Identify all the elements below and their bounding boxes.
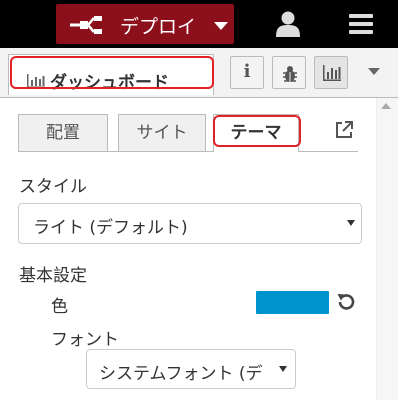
hamburger-menu-icon[interactable]: [349, 14, 373, 34]
user-icon[interactable]: [276, 11, 300, 37]
style-label: スタイル: [19, 177, 87, 197]
app-header: デプロイ: [0, 0, 398, 48]
debug-button[interactable]: [272, 56, 306, 89]
bug-icon: [283, 66, 297, 82]
bar-chart-icon: [323, 65, 341, 81]
tab-divider-gap: [214, 151, 298, 152]
style-select[interactable]: ライト (デフォルト): [18, 203, 362, 244]
deploy-label: デプロイ: [120, 16, 197, 38]
deploy-dropdown-caret-icon[interactable]: [214, 22, 228, 30]
font-label: フォント: [51, 330, 119, 350]
style-select-value: ライト (デフォルト): [33, 218, 188, 238]
sidebar-menu-dropdown-icon[interactable]: [368, 68, 380, 75]
info-button[interactable]: i: [230, 56, 264, 89]
scrollbar[interactable]: [376, 98, 398, 400]
deploy-button[interactable]: デプロイ: [56, 4, 234, 44]
dashboard-button[interactable]: [314, 56, 348, 89]
scroll-up-arrow-icon[interactable]: [381, 103, 391, 109]
font-select[interactable]: システムフォント (デ: [86, 349, 296, 389]
external-link-icon[interactable]: [334, 120, 354, 140]
reset-icon[interactable]: [336, 291, 356, 313]
chevron-down-icon: [347, 220, 355, 226]
chevron-down-icon: [279, 366, 287, 372]
font-select-value: システムフォント (デ: [99, 364, 263, 384]
deploy-icon: [70, 16, 102, 34]
color-label: 色: [51, 297, 68, 317]
base-settings-label: 基本設定: [19, 266, 87, 286]
color-swatch[interactable]: [256, 291, 329, 314]
tab-divider: [18, 151, 358, 152]
tab-site[interactable]: サイト: [118, 114, 206, 152]
highlight-annotation-theme-tab: [213, 115, 301, 147]
info-icon: i: [243, 61, 251, 82]
highlight-annotation-sidebar-tab: [10, 56, 214, 89]
tab-layout[interactable]: 配置: [18, 114, 108, 152]
